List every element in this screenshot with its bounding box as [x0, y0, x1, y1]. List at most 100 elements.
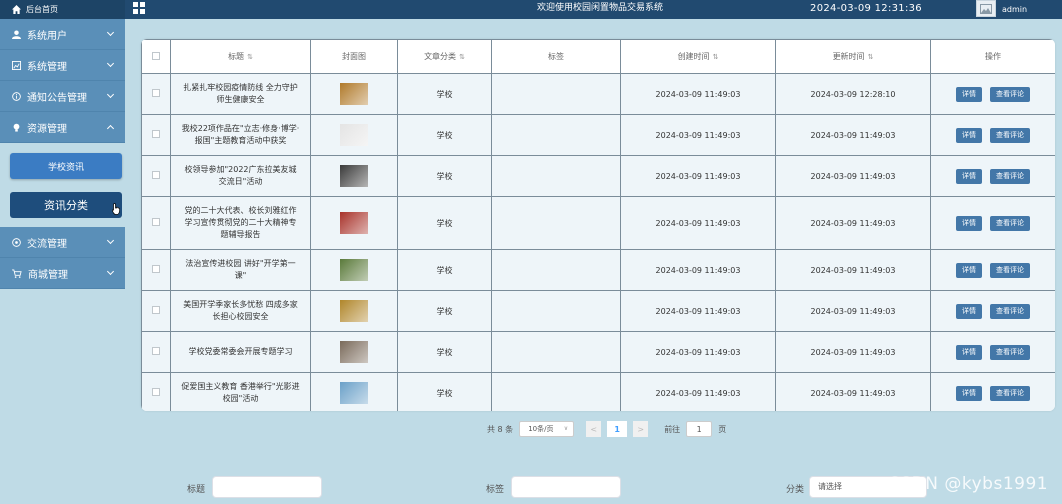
- view-comments-button[interactable]: 查看评论: [990, 86, 1030, 102]
- detail-button[interactable]: 详情: [956, 385, 982, 401]
- sort-icon[interactable]: ⇅: [247, 53, 253, 61]
- view-comments-button[interactable]: 查看评论: [990, 385, 1030, 401]
- sidebar-item-communication-management[interactable]: 交流管理: [0, 227, 125, 258]
- sidebar-item-mall-management[interactable]: 商城管理: [0, 258, 125, 289]
- user-icon: [12, 29, 21, 39]
- row-select-cell[interactable]: [141, 290, 171, 332]
- row-checkbox[interactable]: [152, 171, 160, 179]
- top-bar: 后台首页 欢迎使用校园闲置物品交易系统 2024-03-09 12:31:36 …: [0, 0, 1062, 19]
- detail-button[interactable]: 详情: [956, 344, 982, 360]
- row-actions: 详情 查看评论: [930, 372, 1055, 411]
- current-page[interactable]: 1: [607, 421, 628, 437]
- page-suffix: 页: [718, 424, 727, 434]
- detail-button[interactable]: 详情: [956, 303, 982, 319]
- detail-button[interactable]: 详情: [956, 168, 982, 184]
- sidebar-item-resource-management[interactable]: 资源管理: [0, 112, 125, 143]
- cover-thumbnail[interactable]: [340, 124, 368, 146]
- row-select-cell[interactable]: [141, 196, 171, 250]
- select-all-checkbox[interactable]: [152, 51, 160, 60]
- table-row: 促爱国主义教育 香港举行"光影进校园"活动 学校 2024-03-09 11:49:…: [141, 372, 1055, 411]
- sidebar-item-system-users[interactable]: 系统用户: [0, 19, 125, 50]
- view-comments-button[interactable]: 查看评论: [990, 262, 1030, 278]
- tag-input[interactable]: [511, 476, 621, 498]
- view-comments-button[interactable]: 查看评论: [990, 127, 1030, 143]
- row-created: 2024-03-09 11:49:03: [620, 196, 776, 250]
- title-input[interactable]: [212, 476, 322, 498]
- sidebar-item-system-management[interactable]: 系统管理: [0, 50, 125, 81]
- sidebar-subitem-news-category[interactable]: 资讯分类: [10, 192, 122, 218]
- view-comments-button[interactable]: 查看评论: [990, 303, 1030, 319]
- column-header-actions: 操作: [930, 39, 1055, 74]
- cover-thumbnail[interactable]: [340, 259, 368, 281]
- chevron-up-icon: [106, 124, 115, 133]
- sidebar-subitem-school-news[interactable]: 学校资讯: [10, 153, 122, 179]
- row-category: 学校: [397, 249, 492, 291]
- sort-icon[interactable]: ⇅: [868, 53, 874, 61]
- current-datetime: 2024-03-09 12:31:36: [810, 3, 922, 14]
- row-category: 学校: [397, 196, 492, 250]
- row-select-cell[interactable]: [141, 155, 171, 197]
- row-created: 2024-03-09 11:49:03: [620, 290, 776, 332]
- select-all-cell[interactable]: [141, 39, 171, 74]
- row-created: 2024-03-09 11:49:03: [620, 249, 776, 291]
- view-comments-button[interactable]: 查看评论: [990, 344, 1030, 360]
- avatar[interactable]: [976, 0, 996, 17]
- row-actions: 详情 查看评论: [930, 196, 1055, 250]
- next-page-button[interactable]: >: [633, 421, 649, 437]
- row-checkbox[interactable]: [152, 130, 160, 138]
- detail-button[interactable]: 详情: [956, 127, 982, 143]
- row-select-cell[interactable]: [141, 73, 171, 115]
- sidebar-item-label: 通知公告管理: [27, 92, 87, 104]
- row-tag: [491, 249, 621, 291]
- home-link[interactable]: 后台首页: [0, 0, 125, 19]
- row-actions: 详情 查看评论: [930, 290, 1055, 332]
- row-checkbox[interactable]: [152, 347, 160, 355]
- sort-icon[interactable]: ⇅: [713, 53, 719, 61]
- row-title: 扎紧扎牢校园疫情防线 全力守护师生健康安全: [170, 73, 311, 115]
- sidebar: 系统用户 系统管理 通知公告管理 资源管理 学校资讯 资讯分类 交流管理 商城管…: [0, 19, 125, 504]
- row-created: 2024-03-09 11:49:03: [620, 114, 776, 156]
- row-checkbox[interactable]: [152, 89, 160, 97]
- cover-thumbnail[interactable]: [340, 300, 368, 322]
- table-row: 美国开学季家长多忧愁 四成多家长担心校园安全 学校 2024-03-09 11:49…: [141, 290, 1055, 332]
- column-header-created[interactable]: 创建时间 ⇅: [620, 39, 776, 74]
- cover-thumbnail[interactable]: [340, 382, 368, 404]
- cover-thumbnail[interactable]: [340, 165, 368, 187]
- cover-thumbnail[interactable]: [340, 83, 368, 105]
- row-select-cell[interactable]: [141, 249, 171, 291]
- detail-button[interactable]: 详情: [956, 215, 982, 231]
- row-checkbox[interactable]: [152, 265, 160, 273]
- column-header-updated[interactable]: 更新时间 ⇅: [775, 39, 931, 74]
- row-updated: 2024-03-09 11:49:03: [775, 290, 931, 332]
- detail-button[interactable]: 详情: [956, 86, 982, 102]
- row-updated: 2024-03-09 11:49:03: [775, 114, 931, 156]
- row-category: 学校: [397, 114, 492, 156]
- chart-icon: [12, 60, 21, 70]
- cover-thumbnail[interactable]: [340, 341, 368, 363]
- column-header-category[interactable]: 文章分类 ⇅: [397, 39, 492, 74]
- row-cover: [310, 196, 398, 250]
- prev-page-button[interactable]: <: [586, 421, 602, 437]
- row-checkbox[interactable]: [152, 306, 160, 314]
- row-select-cell[interactable]: [141, 372, 171, 411]
- chat-icon: [12, 237, 21, 247]
- row-select-cell[interactable]: [141, 114, 171, 156]
- detail-button[interactable]: 详情: [956, 262, 982, 278]
- view-comments-button[interactable]: 查看评论: [990, 168, 1030, 184]
- view-comments-button[interactable]: 查看评论: [990, 215, 1030, 231]
- page-size-select[interactable]: 10条/页 ∨: [519, 421, 575, 437]
- username[interactable]: admin: [1002, 0, 1027, 19]
- cover-thumbnail[interactable]: [340, 212, 368, 234]
- sidebar-item-label: 商城管理: [28, 269, 68, 281]
- row-checkbox[interactable]: [152, 218, 160, 226]
- row-checkbox[interactable]: [152, 388, 160, 396]
- menu-toggle-icon[interactable]: [133, 2, 145, 14]
- sidebar-item-notice-management[interactable]: 通知公告管理: [0, 81, 125, 112]
- sort-icon[interactable]: ⇅: [459, 53, 465, 61]
- row-select-cell[interactable]: [141, 331, 171, 373]
- chevron-down-icon: [106, 90, 115, 99]
- goto-page-input[interactable]: 1: [686, 421, 713, 437]
- sidebar-item-label: 交流管理: [27, 238, 67, 250]
- column-header-title[interactable]: 标题 ⇅: [170, 39, 311, 74]
- row-updated: 2024-03-09 12:28:10: [775, 73, 931, 115]
